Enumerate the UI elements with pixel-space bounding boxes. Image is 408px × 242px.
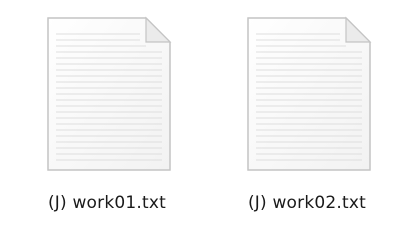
file-item-work02[interactable]: (J) work02.txt [222,0,392,242]
text-document-icon [247,16,372,171]
file-item-work01[interactable]: (J) work01.txt [22,0,192,242]
text-document-icon [47,16,172,171]
file-name-label: (J) work01.txt [47,193,167,213]
file-name-label: (J) work02.txt [247,193,367,213]
